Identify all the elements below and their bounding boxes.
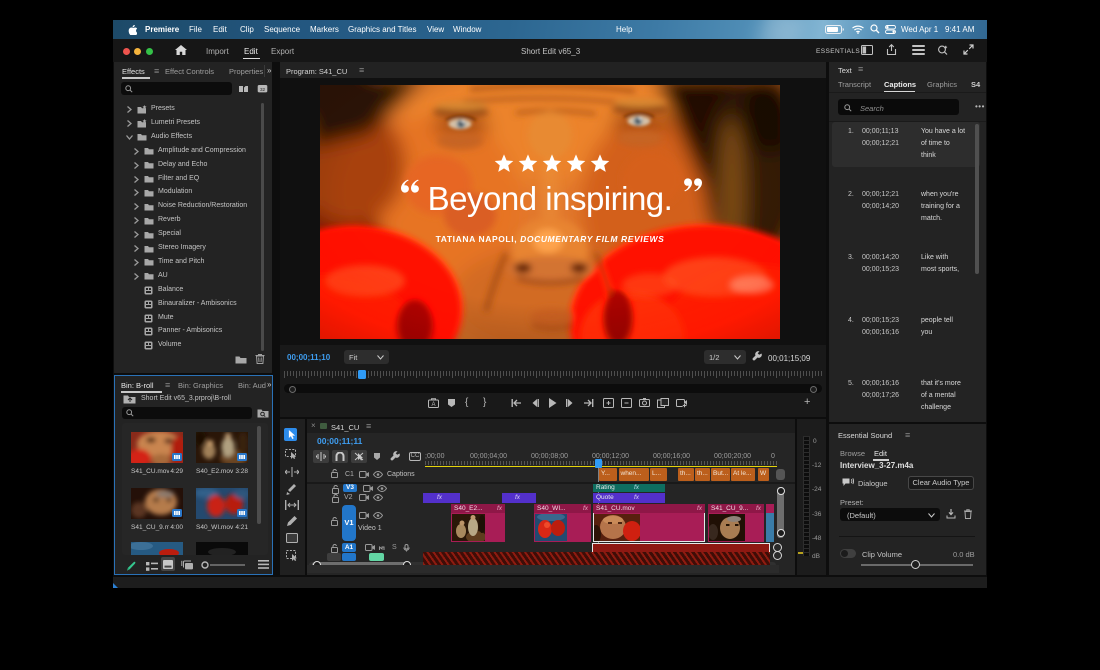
svg-text:A: A: [431, 402, 435, 408]
svg-text:32: 32: [260, 87, 266, 92]
